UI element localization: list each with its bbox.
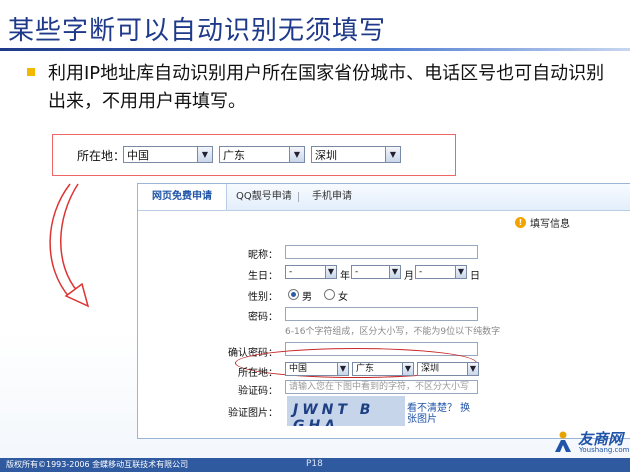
- location-label: 所在地：: [238, 368, 278, 379]
- gender-female-radio[interactable]: [324, 289, 335, 300]
- location-province-value: 广东: [356, 364, 375, 374]
- country-value: 中国: [127, 149, 149, 162]
- chevron-down-icon: ▼: [289, 147, 304, 162]
- birth-year-select[interactable]: - ▼: [285, 265, 337, 279]
- person-logo-icon: [555, 431, 571, 452]
- bullet-marker: [27, 68, 35, 76]
- slide-title: 某些字断可以自动识别无须填写: [8, 16, 387, 46]
- birth-month-select[interactable]: - ▼: [351, 265, 401, 279]
- tab-web-apply[interactable]: 网页免费申请: [138, 184, 227, 210]
- birth-day-value: -: [419, 267, 423, 277]
- registration-form: 网页免费申请 QQ靓号申请 手机申请 ! 填写信息 昵称： 生日： - ▼ 年 …: [137, 183, 630, 439]
- captcha-input[interactable]: 请输入您在下图中看到的字符，不区分大小写: [285, 380, 478, 394]
- chevron-down-icon: ▼: [389, 266, 400, 278]
- footer-copyright: 版权所有©1993-2006 金蝶移动互联技术有限公司: [6, 460, 189, 469]
- page-number: P18: [306, 459, 323, 469]
- day-unit: 日: [470, 271, 480, 282]
- year-unit: 年: [340, 271, 350, 282]
- birth-day-select[interactable]: - ▼: [415, 265, 467, 279]
- chevron-down-icon: ▼: [337, 363, 348, 375]
- birth-month-value: -: [355, 267, 359, 277]
- tab-qq-number[interactable]: QQ靓号申请: [236, 184, 292, 210]
- nickname-input[interactable]: [285, 245, 478, 259]
- country-select[interactable]: 中国 ▼: [123, 146, 213, 163]
- province-value: 广东: [223, 149, 245, 162]
- captcha-image-text: JWNT B GHA: [293, 402, 375, 426]
- birthday-label: 生日：: [248, 271, 278, 282]
- location-province-select[interactable]: 广东 ▼: [352, 362, 414, 376]
- tab-mobile-apply[interactable]: 手机申请: [312, 184, 352, 210]
- tab-bar: 网页免费申请 QQ靓号申请 手机申请: [138, 184, 630, 211]
- chevron-down-icon: ▼: [197, 147, 212, 162]
- title-underline: [0, 48, 630, 51]
- captcha-image: JWNT B GHA: [287, 396, 405, 426]
- month-unit: 月: [404, 271, 414, 282]
- chevron-down-icon: ▼: [467, 363, 478, 375]
- gender-female-label: 女: [338, 292, 348, 303]
- gender-male-label: 男: [302, 292, 312, 303]
- birth-year-value: -: [289, 267, 293, 277]
- location-country-value: 中国: [289, 364, 308, 374]
- captcha-image-label: 验证图片：: [228, 408, 278, 419]
- youshang-logo: 友商网 Youshang.com: [552, 428, 630, 456]
- logo-url: Youshang.com: [579, 446, 630, 454]
- chevron-down-icon: ▼: [385, 147, 400, 162]
- bullet-text: 利用IP地址库自动识别用户所在国家省份城市、电话区号也可自动识别出来，不用用户再…: [48, 63, 605, 112]
- footer-bar: 版权所有©1993-2006 金蝶移动互联技术有限公司 P18: [0, 458, 630, 472]
- password-label: 密码：: [248, 312, 278, 323]
- city-select[interactable]: 深圳 ▼: [311, 146, 401, 163]
- chevron-down-icon: ▼: [402, 363, 413, 375]
- refresh-captcha-link[interactable]: 看不清楚？ 换张图片: [407, 403, 477, 425]
- region-label: 所在地：: [77, 149, 126, 163]
- password-input[interactable]: [285, 307, 478, 321]
- gender-label: 性别：: [248, 292, 278, 303]
- info-label: 填写信息: [530, 219, 570, 230]
- tab-divider: [298, 192, 299, 202]
- chevron-down-icon: ▼: [455, 266, 466, 278]
- location-city-select[interactable]: 深圳 ▼: [417, 362, 479, 376]
- password-hint: 6-16个字符组成，区分大小写，不能为9位以下纯数字: [285, 327, 501, 337]
- nickname-label: 昵称：: [248, 250, 278, 261]
- province-select[interactable]: 广东 ▼: [219, 146, 305, 163]
- region-selector-box: 所在地： 中国 ▼ 广东 ▼ 深圳 ▼: [52, 134, 456, 176]
- curved-arrow-icon: [49, 183, 90, 308]
- city-value: 深圳: [315, 149, 337, 162]
- captcha-label: 验证码：: [238, 386, 278, 397]
- chevron-down-icon: ▼: [325, 266, 336, 278]
- location-country-select[interactable]: 中国 ▼: [285, 362, 349, 376]
- location-city-value: 深圳: [421, 364, 440, 374]
- info-icon: !: [515, 217, 526, 228]
- gender-male-radio[interactable]: [288, 289, 299, 300]
